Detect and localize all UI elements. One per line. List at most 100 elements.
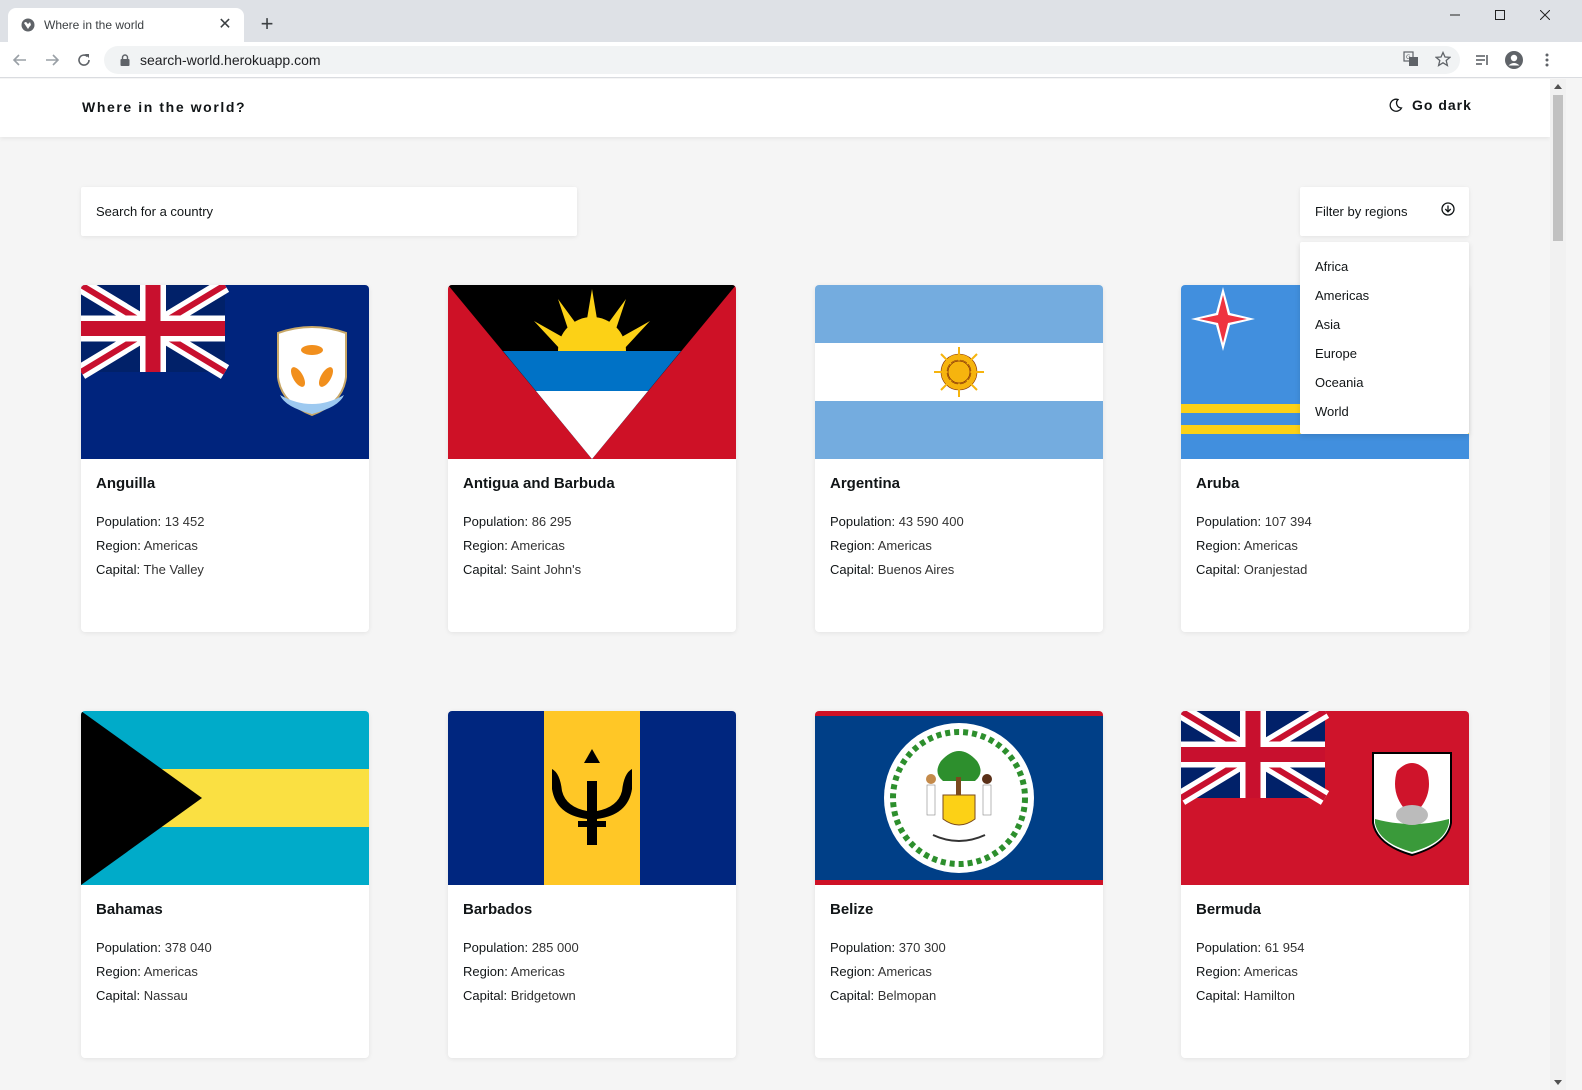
profile-avatar-icon[interactable] — [1502, 48, 1526, 72]
flag-belize-image — [815, 711, 1103, 885]
population-label: Population: — [96, 940, 162, 955]
region-option[interactable]: Americas — [1300, 281, 1469, 310]
dark-mode-toggle[interactable]: Go dark — [1388, 97, 1472, 113]
population-label: Population: — [830, 940, 896, 955]
tab-title: Where in the world — [44, 18, 145, 32]
region-option[interactable]: Asia — [1300, 310, 1469, 339]
region-value: Americas — [143, 538, 198, 553]
region-option[interactable]: Africa — [1300, 252, 1469, 281]
region-value: Americas — [510, 964, 565, 979]
minimize-icon[interactable] — [1432, 4, 1478, 26]
region-option[interactable]: Oceania — [1300, 368, 1469, 397]
region-filter[interactable]: Filter by regions — [1300, 187, 1469, 236]
search-input[interactable] — [81, 187, 577, 236]
browser-toolbar: search-world.herokuapp.com G — [0, 42, 1582, 78]
capital-value: Buenos Aires — [877, 562, 955, 577]
population-value: 61 954 — [1264, 940, 1305, 955]
region-label: Region: — [96, 964, 141, 979]
population-label: Population: — [1196, 940, 1262, 955]
capital-label: Capital: — [96, 988, 141, 1003]
country-name: Antigua and Barbuda — [463, 475, 615, 492]
scrollbar-thumb[interactable] — [1553, 95, 1563, 241]
filter-label: Filter by regions — [1315, 204, 1408, 219]
capital-label: Capital: — [830, 988, 875, 1003]
flag-anguilla-image — [81, 285, 369, 459]
reading-list-icon[interactable] — [1470, 48, 1494, 72]
region-value: Americas — [143, 964, 198, 979]
country-name: Barbados — [463, 901, 533, 918]
country-info: Population: 61 954 Region: Americas Capi… — [1196, 936, 1304, 1008]
population-label: Population: — [463, 514, 529, 529]
close-window-icon[interactable] — [1522, 4, 1568, 26]
country-card[interactable]: Anguilla Population: 13 452 Region: Amer… — [81, 285, 369, 632]
capital-value: Nassau — [143, 988, 188, 1003]
population-value: 43 590 400 — [898, 514, 964, 529]
region-label: Region: — [1196, 538, 1241, 553]
region-label: Region: — [463, 964, 508, 979]
scroll-up-arrow-icon[interactable] — [1554, 84, 1562, 89]
capital-label: Capital: — [830, 562, 875, 577]
flag-barbados-image — [448, 711, 736, 885]
country-card[interactable]: Argentina Population: 43 590 400 Region:… — [815, 285, 1103, 632]
address-bar[interactable]: search-world.herokuapp.com — [104, 46, 1460, 74]
country-card[interactable]: Bermuda Population: 61 954 Region: Ameri… — [1181, 711, 1469, 1058]
region-value: Americas — [1243, 964, 1298, 979]
close-tab-icon[interactable]: ✕ — [216, 16, 234, 34]
country-name: Bermuda — [1196, 901, 1262, 918]
browser-menu-icon[interactable] — [1535, 48, 1559, 72]
region-label: Region: — [463, 538, 508, 553]
country-info: Population: 285 000 Region: Americas Cap… — [463, 936, 579, 1008]
region-option[interactable]: World — [1300, 397, 1469, 426]
country-card[interactable]: Antigua and Barbuda Population: 86 295 R… — [448, 285, 736, 632]
country-card[interactable]: Barbados Population: 285 000 Region: Ame… — [448, 711, 736, 1058]
capital-value: Belmopan — [877, 988, 937, 1003]
region-label: Region: — [1196, 964, 1241, 979]
region-value: Americas — [877, 538, 932, 553]
region-dropdown: Africa Americas Asia Europe Oceania Worl… — [1300, 242, 1469, 434]
bookmark-star-icon[interactable] — [1432, 48, 1454, 70]
population-label: Population: — [1196, 514, 1262, 529]
region-value: Americas — [877, 964, 932, 979]
new-tab-button[interactable]: + — [256, 13, 278, 36]
globe-icon — [20, 17, 36, 33]
page-scrollbar[interactable] — [1550, 79, 1566, 1090]
flag-argentina-image — [815, 285, 1103, 459]
browser-tab[interactable]: Where in the world ✕ — [8, 8, 244, 42]
chevron-down-circle-icon — [1441, 202, 1455, 221]
flag-antigua-image — [448, 285, 736, 459]
browser-tabstrip: Where in the world ✕ + — [0, 0, 1582, 42]
forward-icon[interactable] — [40, 48, 64, 72]
capital-value: Saint John's — [510, 562, 582, 577]
country-name: Belize — [830, 901, 874, 918]
region-value: Americas — [1243, 538, 1298, 553]
url-text: search-world.herokuapp.com — [140, 52, 321, 68]
country-info: Population: 13 452 Region: Americas Capi… — [96, 510, 204, 582]
country-name: Anguilla — [96, 475, 156, 492]
translate-icon[interactable]: G — [1400, 48, 1422, 70]
app-header: Where in the world? Go dark — [0, 79, 1550, 137]
scroll-down-arrow-icon[interactable] — [1554, 1080, 1562, 1085]
flag-bahamas-image — [81, 711, 369, 885]
moon-icon — [1388, 97, 1404, 113]
country-card[interactable]: Belize Population: 370 300 Region: Ameri… — [815, 711, 1103, 1058]
population-label: Population: — [96, 514, 162, 529]
reload-icon[interactable] — [72, 48, 96, 72]
country-card[interactable]: Bahamas Population: 378 040 Region: Amer… — [81, 711, 369, 1058]
population-label: Population: — [463, 940, 529, 955]
country-info: Population: 43 590 400 Region: Americas … — [830, 510, 964, 582]
population-value: 86 295 — [531, 514, 572, 529]
capital-value: Bridgetown — [510, 988, 576, 1003]
dark-mode-label: Go dark — [1412, 97, 1472, 113]
region-label: Region: — [830, 964, 875, 979]
capital-value: Hamilton — [1243, 988, 1295, 1003]
region-label: Region: — [96, 538, 141, 553]
back-icon[interactable] — [8, 48, 32, 72]
country-info: Population: 378 040 Region: Americas Cap… — [96, 936, 212, 1008]
maximize-icon[interactable] — [1477, 4, 1523, 26]
region-option[interactable]: Europe — [1300, 339, 1469, 368]
population-value: 107 394 — [1264, 514, 1312, 529]
country-info: Population: 107 394 Region: Americas Cap… — [1196, 510, 1312, 582]
capital-label: Capital: — [463, 988, 508, 1003]
capital-label: Capital: — [96, 562, 141, 577]
country-name: Aruba — [1196, 475, 1240, 492]
